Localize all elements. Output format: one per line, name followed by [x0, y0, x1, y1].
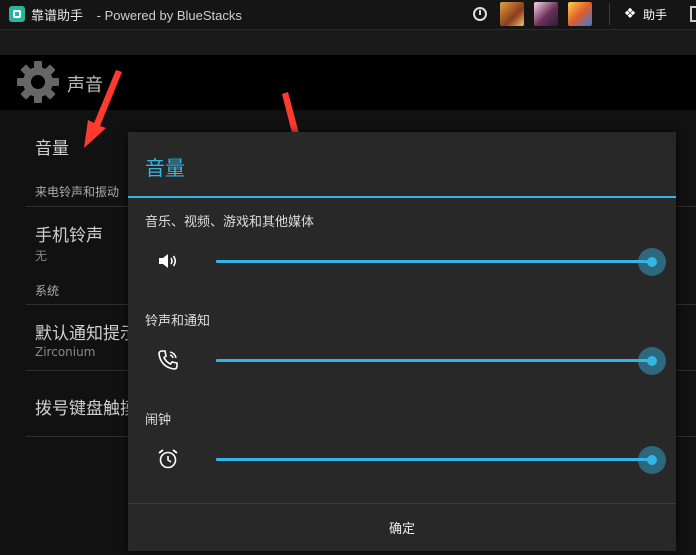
app-subtitle: - Powered by BlueStacks	[96, 8, 242, 23]
settings-item-dialpad-touch[interactable]: 拨号键盘触摸	[35, 394, 137, 419]
media-volume-label: 音乐、视频、游戏和其他媒体	[145, 215, 315, 230]
dialog-title-divider	[128, 196, 676, 198]
dialog-title: 音量	[145, 156, 185, 180]
helper-button[interactable]: 助手	[643, 6, 667, 23]
app-title: 靠谱助手	[31, 8, 84, 23]
window-restore-icon[interactable]	[690, 6, 696, 22]
category-ringtone-vibrate: 来电铃声和振动	[35, 185, 120, 199]
window-title: 靠谱助手 - Powered by BlueStacks	[31, 5, 242, 24]
settings-item-ringtone[interactable]: 手机铃声	[35, 221, 103, 246]
titlebar-divider	[609, 3, 610, 25]
ringtone-value: 无	[35, 249, 48, 263]
ok-button[interactable]: 确定	[128, 504, 676, 551]
clock-icon[interactable]	[473, 7, 487, 21]
media-volume-thumb[interactable]	[638, 248, 666, 276]
annotation-arrow-left	[84, 70, 122, 148]
app-logo-icon	[9, 6, 25, 22]
game-avatar-3[interactable]	[568, 2, 592, 26]
alarm-volume-thumb[interactable]	[638, 446, 666, 474]
settings-item-volume[interactable]: 音量	[35, 134, 69, 159]
ring-volume-label: 铃声和通知	[145, 314, 211, 329]
settings-item-notification[interactable]: 默认通知提示	[35, 319, 137, 344]
phone-ring-icon	[158, 350, 178, 370]
window-titlebar: 靠谱助手 - Powered by BlueStacks ❖ 助手	[0, 0, 696, 30]
alarm-volume-label: 闹钟	[145, 413, 172, 428]
settings-gear-icon[interactable]	[15, 59, 61, 105]
speaker-icon	[159, 254, 177, 268]
ring-volume-slider[interactable]	[216, 359, 652, 362]
game-avatar-1[interactable]	[500, 2, 524, 26]
helper-icon[interactable]: ❖	[622, 6, 638, 22]
ring-volume-thumb[interactable]	[638, 347, 666, 375]
category-system: 系统	[35, 284, 60, 298]
notification-value: Zirconium	[35, 345, 96, 359]
alarm-clock-icon	[158, 449, 178, 469]
alarm-volume-slider[interactable]	[216, 458, 652, 461]
media-volume-slider[interactable]	[216, 260, 652, 263]
volume-dialog: 音量 音乐、视频、游戏和其他媒体 铃声和通知 闹钟 确定	[128, 132, 676, 551]
game-avatar-2[interactable]	[534, 2, 558, 26]
